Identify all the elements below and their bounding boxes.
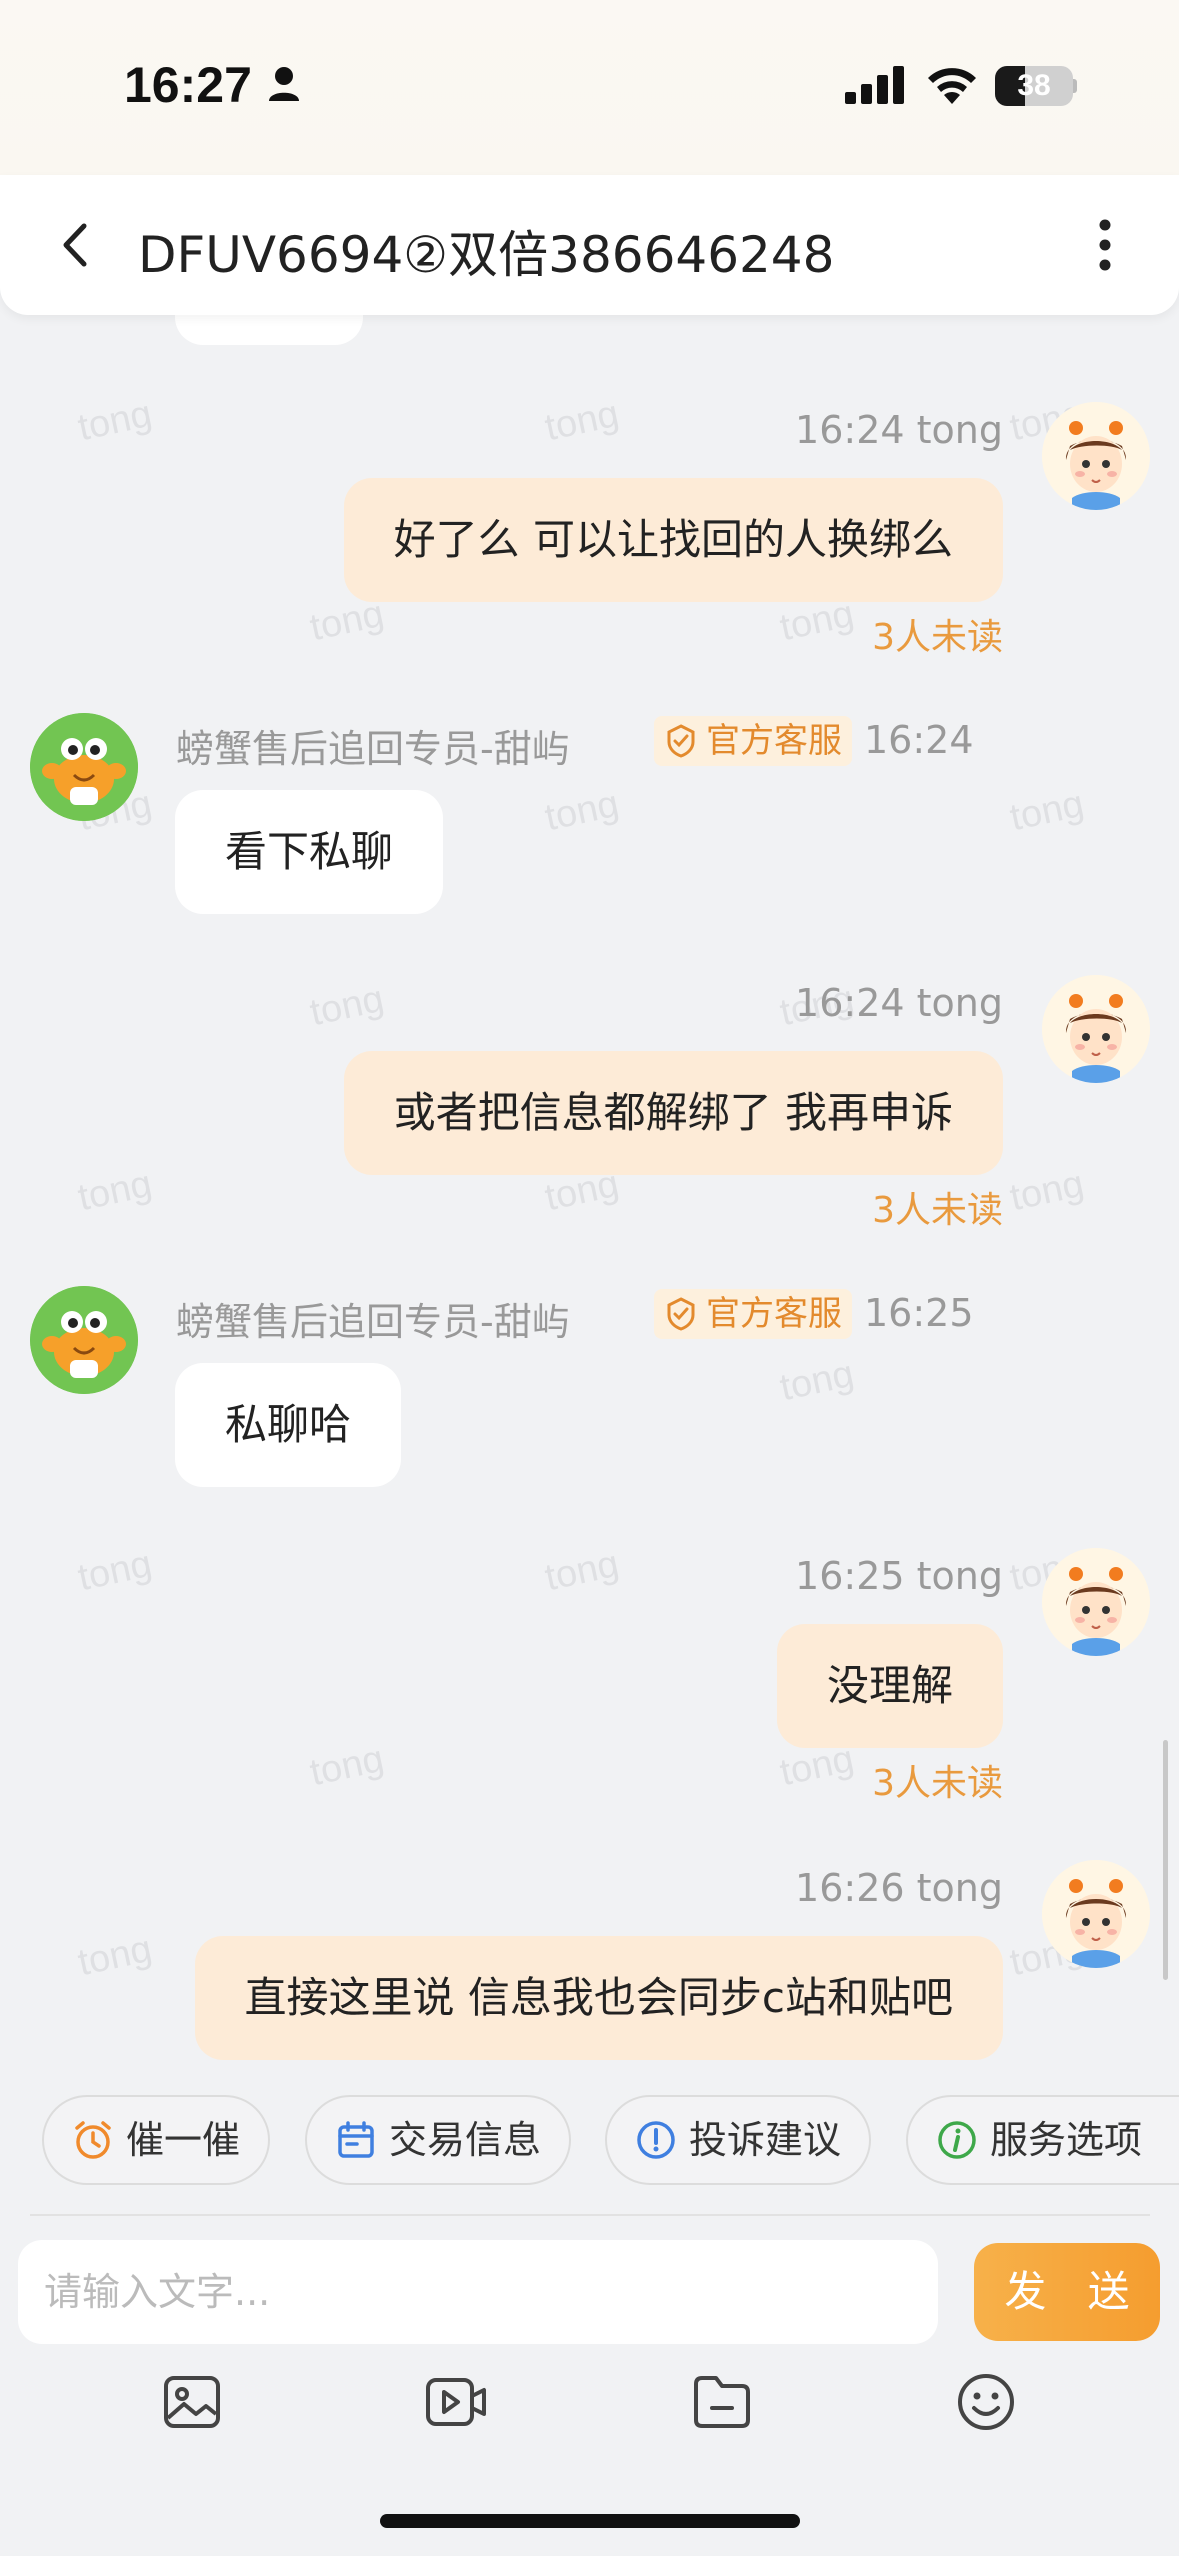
chat-header: DFUV6694②双倍386646248	[0, 175, 1179, 315]
scrollbar-thumb[interactable]	[1163, 1740, 1168, 1980]
person-icon	[269, 67, 299, 101]
watermark: tong	[776, 1352, 858, 1410]
calendar-icon	[338, 2121, 374, 2158]
complaint-button[interactable]: 投诉建议	[605, 2095, 872, 2185]
quick-action-bar: 催一催 交易信息 投诉建议 服务选项	[0, 2085, 1179, 2215]
divider	[30, 2214, 1150, 2216]
watermark: tong	[1006, 1162, 1088, 1220]
vertical-dots-icon[interactable]	[1090, 215, 1120, 275]
shield-check-icon	[667, 1297, 695, 1331]
staff-name: 螃蟹售后追回专员-甜屿	[176, 727, 570, 771]
send-button[interactable]: 发 送	[974, 2243, 1160, 2341]
video-icon[interactable]	[424, 2370, 488, 2434]
crab-mascot-icon	[30, 713, 138, 821]
service-options-button[interactable]: 服务选项	[906, 2095, 1179, 2185]
emoji-icon[interactable]	[954, 2370, 1018, 2434]
shield-check-icon	[667, 724, 695, 758]
crab-mascot-icon	[30, 1286, 138, 1394]
user-avatar[interactable]	[1042, 1548, 1150, 1656]
cellular-signal-icon	[845, 66, 904, 104]
message-meta: 16:24 tong	[795, 981, 1003, 1025]
wifi-icon	[928, 68, 976, 104]
message-bubble[interactable]: 没理解	[776, 1624, 1003, 1748]
message-bubble[interactable]: 或者把信息都解绑了 我再申诉	[343, 1051, 1003, 1175]
watermark: tong	[541, 1542, 623, 1600]
status-time: 16:27	[124, 57, 252, 113]
staff-avatar[interactable]	[30, 713, 138, 821]
watermark: tong	[306, 977, 388, 1035]
battery-indicator: 38	[995, 66, 1077, 106]
user-avatar[interactable]	[1042, 975, 1150, 1083]
message-meta: 16:25 tong	[795, 1554, 1003, 1598]
watermark: tong	[306, 1737, 388, 1795]
message-meta: 16:26 tong	[795, 1866, 1003, 1910]
staff-avatar[interactable]	[30, 1286, 138, 1394]
watermark: tong	[74, 1162, 156, 1220]
watermark: tong	[541, 782, 623, 840]
chat-title: DFUV6694②双倍386646248	[138, 226, 835, 284]
message-bubble[interactable]: 私聊哈	[175, 1363, 402, 1487]
staff-name: 螃蟹售后追回专员-甜屿	[176, 1300, 570, 1344]
exclamation-circle-icon	[637, 2121, 675, 2159]
message-bubble[interactable]: 看下私聊	[175, 790, 444, 914]
message-meta: 16:24 tong	[795, 408, 1003, 452]
watermark: tong	[74, 1542, 156, 1600]
unread-status[interactable]: 3人未读	[872, 1181, 1003, 1233]
message-bubble[interactable]: 直接这里说 信息我也会同步c站和贴吧	[194, 1936, 1003, 2060]
unread-status[interactable]: 3人未读	[872, 608, 1003, 660]
user-avatar[interactable]	[1042, 402, 1150, 510]
urge-button[interactable]: 催一催	[42, 2095, 271, 2185]
message-time: 16:24	[864, 718, 974, 762]
user-avatar[interactable]	[1042, 1860, 1150, 1968]
official-badge: 官方客服	[654, 1289, 852, 1339]
unread-status[interactable]: 3人未读	[872, 1754, 1003, 1806]
message-input[interactable]: 请输入文字...	[18, 2240, 938, 2344]
message-bubble[interactable]: 好了么 可以让找回的人换绑么	[343, 478, 1003, 602]
boy-avatar-icon	[1042, 975, 1150, 1083]
image-icon[interactable]	[160, 2370, 224, 2434]
battery-level: 38	[1017, 69, 1051, 102]
official-badge: 官方客服	[654, 716, 852, 766]
info-circle-icon	[938, 2121, 976, 2159]
trade-info-button[interactable]: 交易信息	[305, 2095, 572, 2185]
watermark: tong	[541, 392, 623, 450]
alarm-clock-icon	[75, 2121, 111, 2159]
boy-avatar-icon	[1042, 402, 1150, 510]
watermark: tong	[74, 392, 156, 450]
watermark: tong	[74, 1927, 156, 1985]
watermark: tong	[1006, 782, 1088, 840]
folder-icon[interactable]	[690, 2370, 754, 2434]
chevron-left-icon[interactable]	[56, 220, 96, 270]
boy-avatar-icon	[1042, 1860, 1150, 1968]
status-bar: 16:27 38	[0, 0, 1179, 175]
boy-avatar-icon	[1042, 1548, 1150, 1656]
message-time: 16:25	[864, 1291, 974, 1335]
home-indicator	[380, 2514, 800, 2528]
